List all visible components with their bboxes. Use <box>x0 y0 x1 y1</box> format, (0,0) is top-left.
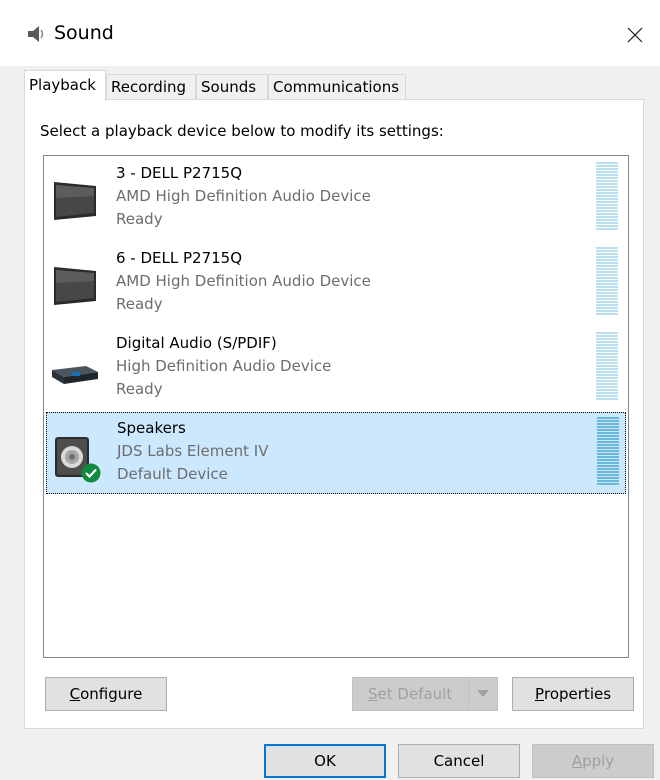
device-name: Speakers <box>117 419 186 437</box>
monitor-icon <box>50 261 100 311</box>
chevron-down-icon <box>477 690 489 697</box>
device-item-dell-6[interactable]: 6 - DELL P2715Q AMD High Definition Audi… <box>46 243 626 325</box>
tab-communications[interactable]: Communications <box>268 74 406 100</box>
properties-mnemonic: P <box>534 685 544 703</box>
window-title: Sound <box>54 22 114 44</box>
instruction-text: Select a playback device below to modify… <box>40 122 444 140</box>
device-status: Default Device <box>117 465 228 483</box>
device-item-dell-3[interactable]: 3 - DELL P2715Q AMD High Definition Audi… <box>46 158 626 240</box>
speaker-icon <box>26 24 48 44</box>
device-driver: AMD High Definition Audio Device <box>116 187 371 205</box>
device-name: 3 - DELL P2715Q <box>116 164 243 182</box>
set-default-mnemonic: S <box>368 685 378 703</box>
playback-panel: Select a playback device below to modify… <box>24 99 644 729</box>
set-default-dropdown[interactable] <box>468 678 497 710</box>
tab-sounds[interactable]: Sounds <box>196 74 268 100</box>
title-bar: Sound <box>0 0 660 66</box>
properties-button[interactable]: Properties <box>512 677 634 711</box>
device-driver: High Definition Audio Device <box>116 357 332 375</box>
close-icon <box>627 27 643 43</box>
volume-meter <box>596 332 618 400</box>
apply-mnemonic: A <box>571 752 583 770</box>
volume-meter <box>596 162 618 230</box>
device-driver: AMD High Definition Audio Device <box>116 272 371 290</box>
configure-button[interactable]: Configure <box>45 677 167 711</box>
configure-mnemonic: C <box>69 685 81 703</box>
apply-label: pply <box>582 752 615 770</box>
default-check-icon <box>81 463 101 483</box>
spdif-icon <box>50 346 100 396</box>
close-button[interactable] <box>620 20 650 50</box>
ok-button[interactable]: OK <box>264 744 386 778</box>
device-status: Ready <box>116 210 163 228</box>
cancel-button[interactable]: Cancel <box>398 744 520 778</box>
tab-recording[interactable]: Recording <box>106 74 196 100</box>
sound-dialog: Sound Playback Recording Sounds Communic… <box>0 0 660 780</box>
volume-meter <box>597 417 619 485</box>
tab-playback[interactable]: Playback <box>24 70 106 101</box>
tab-strip: Playback Recording Sounds Communications <box>24 70 644 101</box>
monitor-icon <box>50 176 100 226</box>
device-driver: JDS Labs Element IV <box>117 442 269 460</box>
apply-button[interactable]: Apply <box>532 744 654 778</box>
device-status: Ready <box>116 380 163 398</box>
device-name: Digital Audio (S/PDIF) <box>116 334 277 352</box>
volume-meter <box>596 247 618 315</box>
set-default-button[interactable]: Set Default <box>352 677 498 711</box>
device-status: Ready <box>116 295 163 313</box>
properties-label: roperties <box>544 685 612 703</box>
device-name: 6 - DELL P2715Q <box>116 249 243 267</box>
set-default-label: et Default <box>377 685 453 703</box>
configure-label: onfigure <box>80 685 143 703</box>
device-item-spdif[interactable]: Digital Audio (S/PDIF) High Definition A… <box>46 328 626 410</box>
device-list[interactable]: 3 - DELL P2715Q AMD High Definition Audi… <box>43 155 629 658</box>
device-item-speakers[interactable]: Speakers JDS Labs Element IV Default Dev… <box>46 412 626 494</box>
